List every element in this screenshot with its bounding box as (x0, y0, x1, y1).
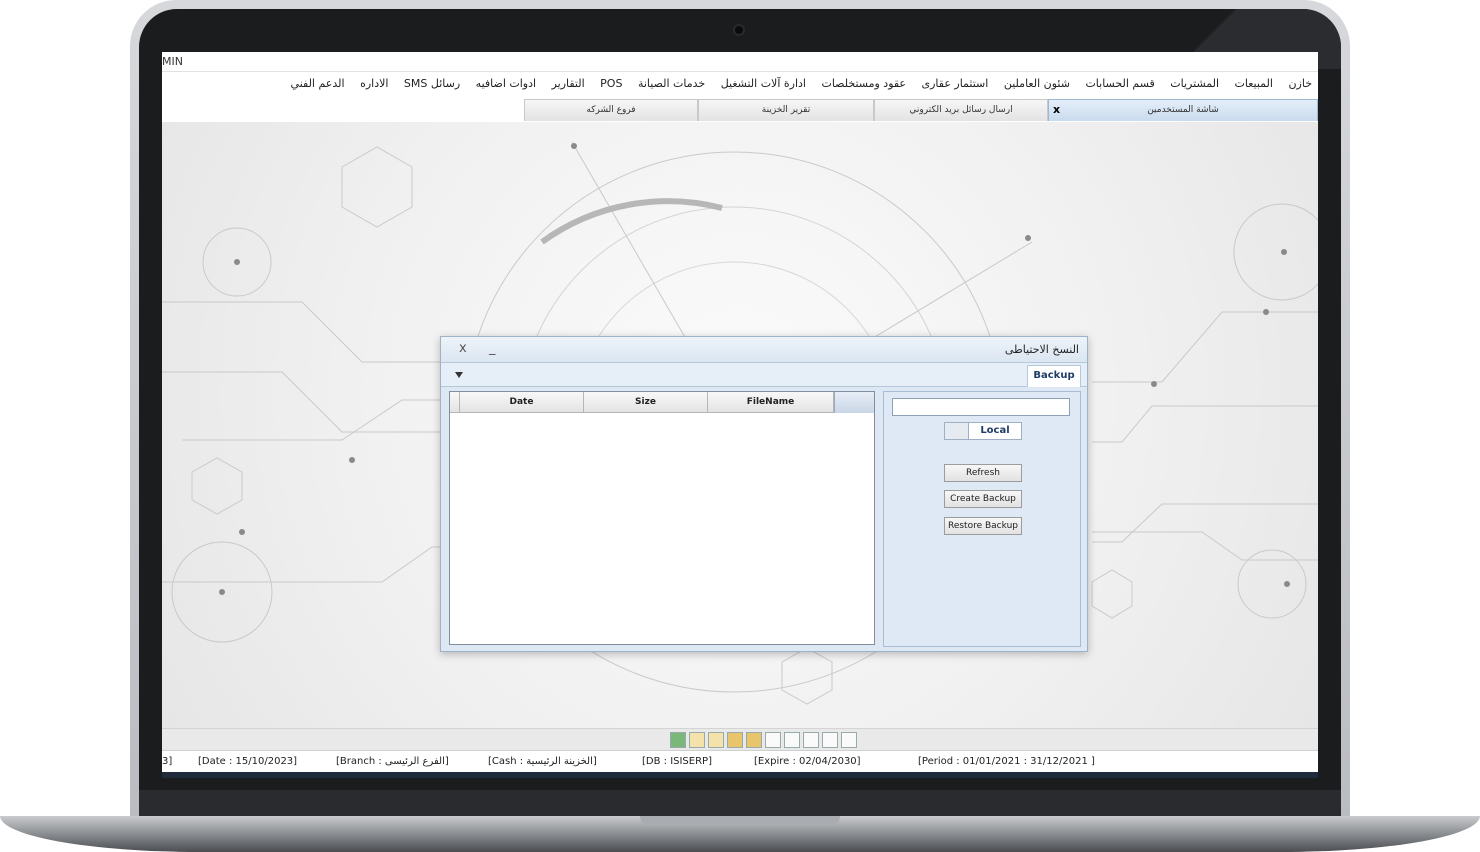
menu-item-stores[interactable]: خازن (1282, 72, 1318, 96)
menu-item-contracts[interactable]: عقود ومستخلصات (815, 72, 912, 96)
app-screen: MIN خازن المبيعات المشتريات قسم الحسابات… (162, 52, 1318, 778)
menu-item-tools[interactable]: ادوات اضافيه (470, 72, 542, 96)
caret-down-icon[interactable] (455, 372, 463, 378)
document-icon[interactable] (727, 732, 743, 748)
document-tabs: x شاشة المستخدمين ارسال رسائل بريد الكتر… (162, 96, 1318, 122)
menu-item-purchases[interactable]: المشتريات (1164, 72, 1225, 96)
refresh-button[interactable]: Refresh (944, 464, 1022, 482)
tab-label: ارسال رسائل بريد الكتروني (909, 105, 1013, 115)
blank-page-icon[interactable] (822, 732, 838, 748)
status-branch: [Branch : الفرع الرئيسى] (336, 756, 449, 767)
menu-item-hr[interactable]: شئون العاملين (998, 72, 1076, 96)
menu-item-maintenance[interactable]: خدمات الصيانة (632, 72, 711, 96)
tab-close-icon[interactable]: x (1053, 103, 1060, 117)
tab-label: فروع الشركه (586, 105, 636, 115)
laptop-chin (139, 790, 1341, 818)
tab-backup[interactable]: Backup (1027, 365, 1081, 387)
tab-label: شاشة المستخدمين (1147, 105, 1219, 115)
menu-item-admin[interactable]: الاداره (354, 72, 394, 96)
backup-files-grid[interactable]: Date Size FileName (449, 391, 875, 645)
calculator-icon[interactable] (670, 732, 686, 748)
blank-page-icon[interactable] (841, 732, 857, 748)
grid-header: Date Size FileName (450, 392, 874, 413)
close-icon[interactable]: x (459, 341, 467, 357)
minimize-icon[interactable]: _ (489, 341, 496, 357)
status-bar: 3] [Date : 15/10/2023] [Branch : الفرع ا… (162, 750, 1318, 772)
dialog-tabstrip: Backup (441, 363, 1087, 387)
status-period: [Period : 01/01/2021 : 31/12/2021 ] (918, 756, 1095, 767)
laptop-notch (640, 816, 840, 826)
tab-label: تقرير الخزينة (761, 105, 811, 115)
status-fragment: 3] (162, 756, 173, 767)
camera-icon (733, 24, 745, 36)
quick-toolbar (162, 728, 1318, 750)
menu-item-pos[interactable]: POS (594, 72, 628, 96)
window-title: MIN (162, 55, 183, 68)
app-titlebar: MIN (162, 52, 1318, 72)
toggle-switch[interactable] (945, 423, 969, 439)
create-backup-button[interactable]: Create Backup (944, 490, 1022, 508)
taskbar-edge (162, 772, 1318, 778)
backup-dialog: x _ النسخ الاحتياطى Backup Date Size Fil… (440, 336, 1088, 652)
tab-treasury-report[interactable]: تقرير الخزينة (698, 99, 874, 121)
calendar-icon[interactable] (689, 732, 705, 748)
laptop-mockup: MIN خازن المبيعات المشتريات قسم الحسابات… (0, 0, 1480, 852)
blank-page-icon[interactable] (784, 732, 800, 748)
dialog-titlebar[interactable]: x _ النسخ الاحتياطى (441, 337, 1087, 363)
menu-item-support[interactable]: الدعم الفني (285, 72, 351, 96)
dialog-title: النسخ الاحتياطى (1004, 343, 1079, 356)
local-toggle[interactable]: Local (944, 422, 1022, 440)
column-filename[interactable]: FileName (708, 392, 834, 413)
restore-backup-button[interactable]: Restore Backup (944, 517, 1022, 535)
column-size[interactable]: Size (584, 392, 708, 413)
column-date[interactable]: Date (460, 392, 584, 413)
backup-path-input[interactable] (892, 398, 1070, 416)
status-cash: [Cash : الخزينة الرئيسية] (488, 756, 597, 767)
blank-page-icon[interactable] (765, 732, 781, 748)
blank-page-icon[interactable] (803, 732, 819, 748)
tab-users[interactable]: x شاشة المستخدمين (1048, 99, 1318, 121)
menu-item-accounts[interactable]: قسم الحسابات (1079, 72, 1160, 96)
backup-options-panel: Local Refresh Create Backup Restore Back… (883, 391, 1081, 647)
menu-item-real-estate[interactable]: استثمار عقارى (916, 72, 995, 96)
row-indicator-header (450, 392, 460, 413)
status-expire: [Expire : 02/04/2030] (754, 756, 861, 767)
desktop-background: x _ النسخ الاحتياطى Backup Date Size Fil… (162, 122, 1318, 728)
menu-item-sales[interactable]: المبيعات (1229, 72, 1279, 96)
status-date: [Date : 15/10/2023] (198, 756, 298, 767)
menu-item-sms[interactable]: رسائل SMS (398, 72, 466, 96)
tab-email[interactable]: ارسال رسائل بريد الكتروني (874, 99, 1048, 121)
main-menu: خازن المبيعات المشتريات قسم الحسابات شئو… (162, 72, 1318, 96)
status-db: [DB : ISISERP] (642, 756, 712, 767)
grid-select-all[interactable] (834, 392, 874, 413)
local-label: Local (980, 425, 1010, 436)
notes-icon[interactable] (708, 732, 724, 748)
menu-item-machinery[interactable]: ادارة آلات التشغيل (715, 72, 812, 96)
report-icon[interactable] (746, 732, 762, 748)
tab-branches[interactable]: فروع الشركه (524, 99, 698, 121)
menu-item-reports[interactable]: التقارير (546, 72, 591, 96)
